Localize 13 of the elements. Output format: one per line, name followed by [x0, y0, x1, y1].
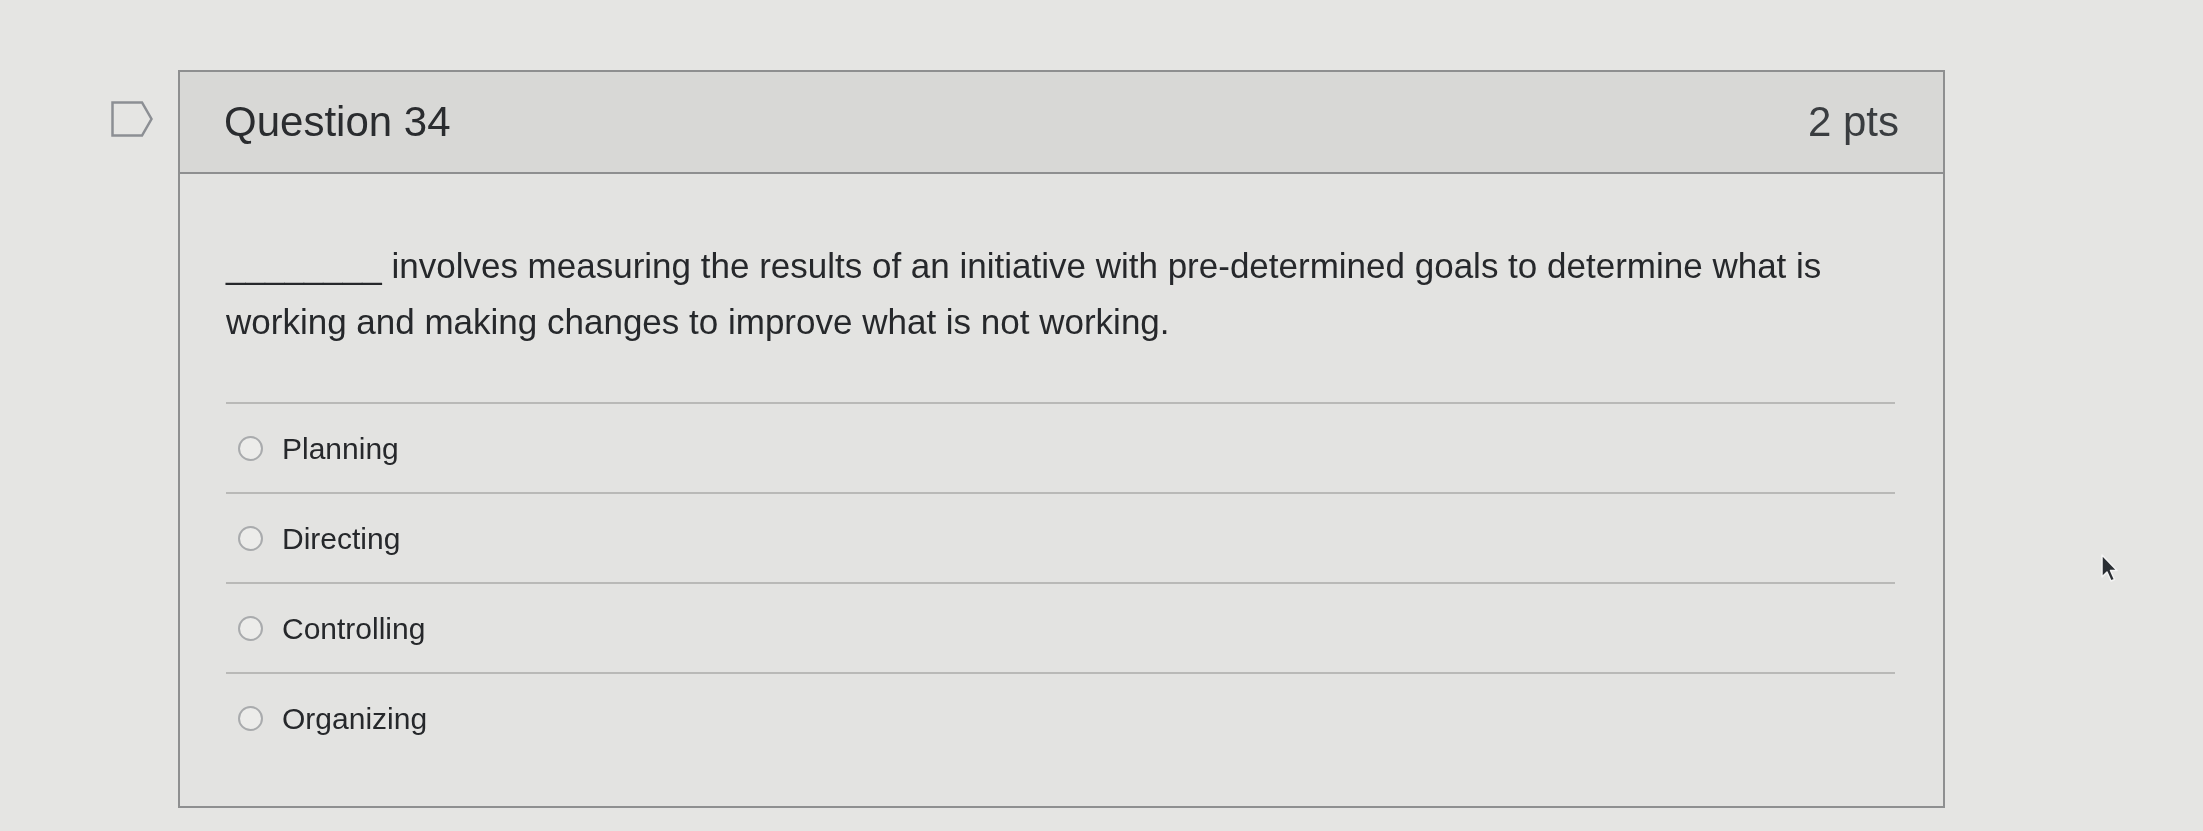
radio-button[interactable] [238, 435, 263, 461]
answer-label[interactable]: Organizing [282, 698, 428, 738]
answer-label[interactable]: Planning [282, 428, 399, 468]
question-title: Question 34 [224, 96, 451, 147]
question-text: ________ involves measuring the results of an initiative with pre-determined goals to determine what is working and making changes to improve what is not working. [226, 245, 1823, 343]
radio-button[interactable] [238, 525, 263, 551]
mouse-cursor-icon [2100, 553, 2120, 583]
answer-label[interactable]: Directing [282, 518, 401, 558]
radio-button[interactable] [238, 615, 263, 641]
question-points: 2 pts [1807, 96, 1899, 147]
radio-button[interactable] [238, 705, 263, 731]
answer-label[interactable]: Controlling [282, 608, 426, 648]
tag-icon[interactable] [111, 101, 153, 137]
